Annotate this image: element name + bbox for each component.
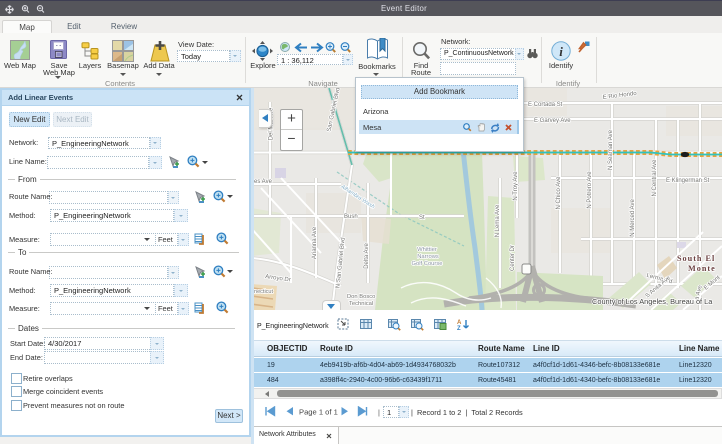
svg-text:Page 1 of 1: Page 1 of 1 [299, 408, 338, 417]
svg-text:E Klingerman St: E Klingerman St [666, 178, 710, 184]
svg-text:N Troy Ave: N Troy Ave [513, 171, 519, 201]
svg-text:N Chico Ave: N Chico Ave [556, 176, 562, 210]
svg-text:Bush: Bush [344, 214, 358, 220]
svg-text:nnecticut: nnecticut [251, 289, 273, 295]
svg-text:E Cortada St: E Cortada St [528, 102, 563, 108]
svg-text:St: St [419, 215, 425, 221]
svg-text:N Lema Ave: N Lema Ave [495, 204, 501, 237]
svg-text:Delta Ave: Delta Ave [364, 243, 370, 269]
svg-text:N Potrero Ave: N Potrero Ave [587, 171, 593, 209]
svg-text:County of Los Angeles, Bureau: County of Los Angeles, Bureau of La [592, 297, 713, 306]
svg-text:E Garvey Ave: E Garvey Ave [534, 118, 571, 124]
svg-text:Technical: Technical [349, 301, 373, 307]
svg-text:ves Ave: ves Ave [251, 179, 273, 185]
svg-text:Center Dr: Center Dr [510, 245, 516, 271]
svg-text:i: i [559, 44, 563, 59]
svg-text:Arianna Ave: Arianna Ave [312, 226, 318, 259]
svg-text:N Central Ave: N Central Ave [652, 159, 658, 197]
svg-text:Monte: Monte [688, 264, 716, 273]
svg-text:Golf Course: Golf Course [412, 261, 443, 267]
svg-text:Whittier: Whittier [417, 247, 437, 253]
svg-text:Z: Z [457, 326, 461, 331]
svg-text:N Seaman Ave: N Seaman Ave [608, 129, 614, 170]
svg-text:South El: South El [677, 254, 715, 263]
svg-text:Don Bosco: Don Bosco [347, 294, 375, 300]
svg-text:N Merced Ave: N Merced Ave [630, 199, 636, 237]
svg-text:Narrows: Narrows [417, 254, 439, 260]
